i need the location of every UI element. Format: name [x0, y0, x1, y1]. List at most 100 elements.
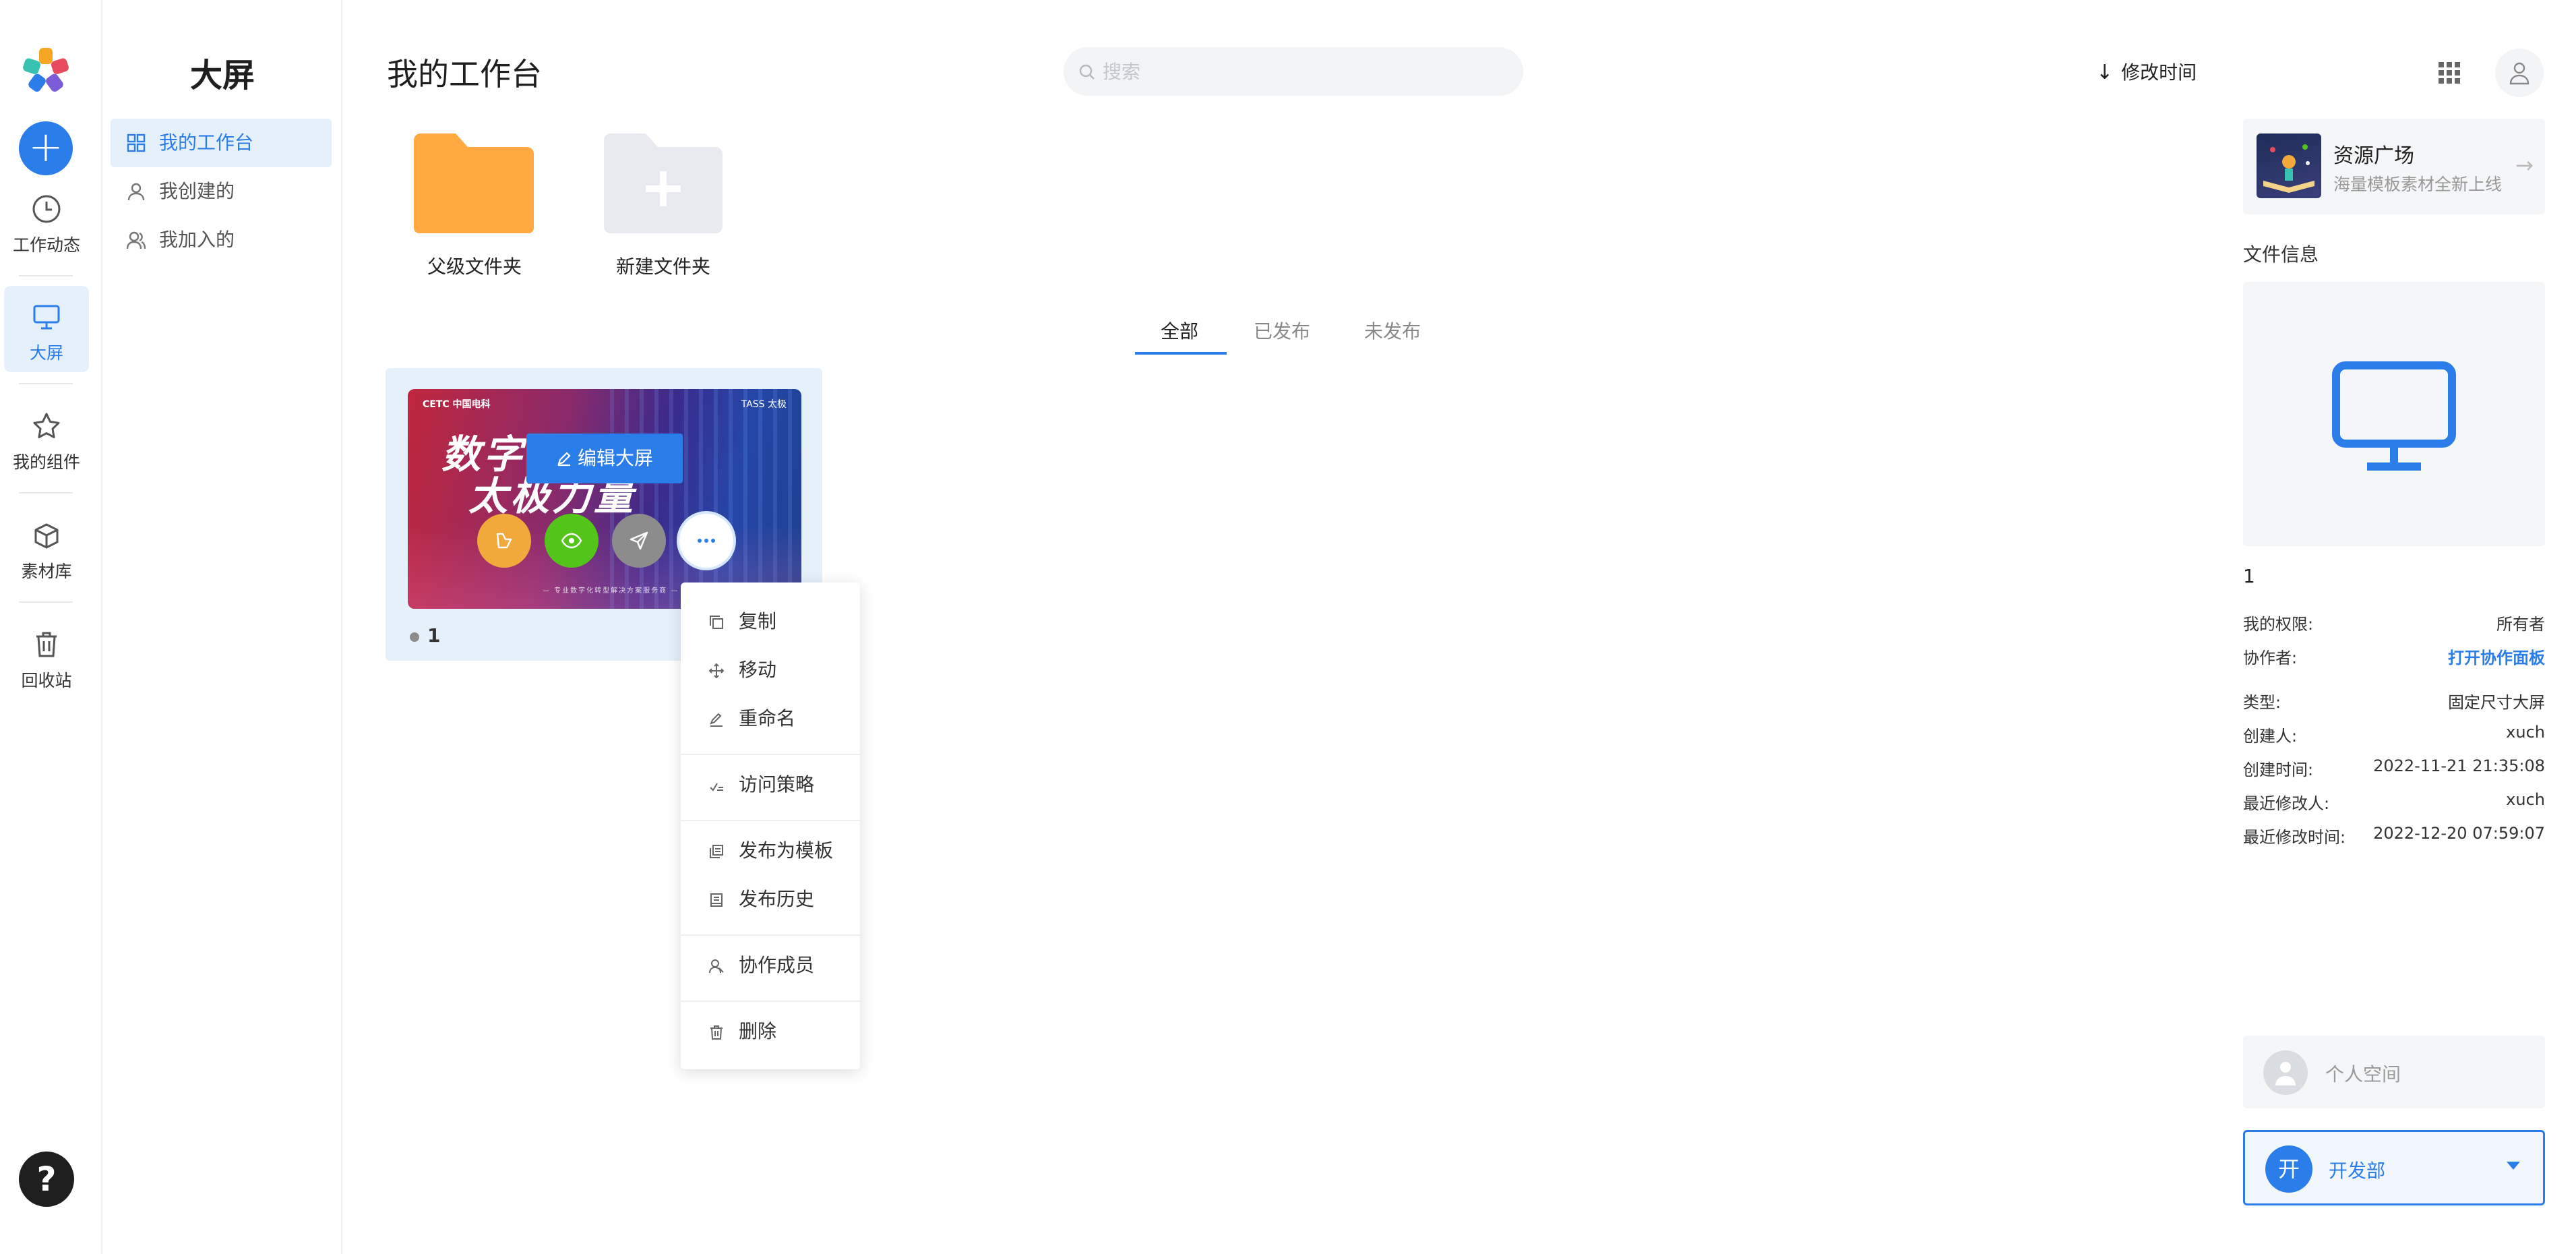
info-label: 协作者:	[2243, 649, 2298, 667]
folder-new[interactable]: 新建文件夹	[576, 133, 751, 289]
rail-item-label: 素材库	[21, 562, 72, 581]
menu-divider	[681, 1001, 860, 1002]
search-icon	[1079, 64, 1095, 80]
edit-dashboard-button[interactable]: 编辑大屏	[526, 434, 683, 483]
sort-button[interactable]: ↓ 修改时间	[2096, 58, 2197, 85]
folder-icon	[414, 133, 534, 233]
menu-item-label: 复制	[739, 610, 777, 632]
resource-title: 资源广场	[2333, 144, 2414, 168]
folder-label: 新建文件夹	[615, 256, 710, 278]
sidebar: 大屏 我的工作台 我创建的 我加入的	[102, 0, 342, 1254]
info-value: 2022-11-21 21:35:08	[2373, 756, 2545, 775]
menu-item-label: 发布历史	[739, 888, 815, 910]
thumb-brand-right: TASS 太极	[741, 399, 787, 410]
info-label: 类型:	[2243, 693, 2281, 712]
menu-item-label: 移动	[739, 659, 777, 681]
sidebar-item-joined[interactable]: 我加入的	[111, 216, 332, 264]
move-icon	[709, 663, 724, 678]
history-icon	[710, 893, 723, 907]
menu-item-move[interactable]: 移动	[681, 646, 860, 694]
pencil-icon	[557, 452, 571, 467]
avatar	[2263, 1050, 2308, 1095]
copy-icon	[710, 616, 723, 629]
apps-grid-icon[interactable]	[2436, 59, 2463, 86]
rail-item-materials[interactable]: 素材库	[4, 504, 89, 591]
menu-divider	[681, 754, 860, 755]
info-value: 固定尺寸大屏	[2448, 693, 2545, 712]
box-icon	[34, 523, 59, 549]
rail-item-trash[interactable]: 回收站	[4, 614, 89, 700]
help-button[interactable]: ?	[19, 1152, 74, 1207]
search-bar[interactable]	[1064, 47, 1523, 96]
personal-space-option[interactable]: 个人空间	[2243, 1036, 2545, 1108]
menu-item-label: 协作成员	[739, 954, 815, 976]
user-avatar[interactable]	[2495, 49, 2544, 97]
access-icon	[710, 783, 723, 792]
menu-item-members[interactable]: 协作成员	[681, 941, 860, 990]
sidebar-item-created[interactable]: 我创建的	[111, 167, 332, 216]
menu-item-publish-history[interactable]: 发布历史	[681, 875, 860, 924]
sidebar-item-my-workspace[interactable]: 我的工作台	[111, 119, 332, 167]
send-icon	[630, 531, 648, 550]
rail-item-activity[interactable]: 工作动态	[4, 178, 89, 264]
info-value: 所有者	[2496, 615, 2545, 634]
resource-square-card[interactable]: 资源广场 海量模板素材全新上线 →	[2243, 119, 2545, 214]
rail-item-label: 大屏	[29, 343, 63, 363]
folder-parent[interactable]: 父级文件夹	[387, 133, 562, 289]
tab-all[interactable]: 全部	[1161, 317, 1198, 344]
info-value: xuch	[2506, 790, 2545, 809]
user-icon	[2509, 62, 2529, 85]
menu-item-label: 发布为模板	[739, 839, 834, 862]
create-button[interactable]: +	[19, 121, 73, 175]
info-value: 2022-12-20 07:59:07	[2373, 824, 2545, 843]
rail-item-label: 我的组件	[12, 452, 80, 472]
template-icon	[710, 845, 723, 858]
menu-item-copy[interactable]: 复制	[681, 597, 860, 646]
trash-icon	[36, 632, 57, 657]
search-input[interactable]	[1103, 57, 1507, 86]
delete-icon	[710, 1025, 723, 1040]
menu-item-label: 访问策略	[739, 773, 815, 796]
user-icon	[2275, 1062, 2296, 1085]
open-collab-panel-link[interactable]: 打开协作面板	[2448, 645, 2545, 668]
preview-button[interactable]	[545, 514, 599, 568]
dashboard-thumbnail[interactable]: CETC 中国电科 TASS 太极 数字中国 太极力量 — 专业数字化转型解决方…	[408, 389, 801, 609]
context-menu: 复制 移动 重命名 访问策略 发布为模板 发布历史 协作成员 删除	[681, 583, 860, 1069]
person-icon	[127, 183, 145, 201]
people-icon	[127, 231, 146, 249]
tab-unpublished[interactable]: 未发布	[1364, 317, 1421, 344]
share-icon	[496, 533, 512, 549]
sidebar-item-label: 我的工作台	[159, 131, 254, 154]
menu-item-publish-template[interactable]: 发布为模板	[681, 827, 860, 875]
rail-item-label: 回收站	[21, 671, 72, 690]
menu-item-delete[interactable]: 删除	[681, 1007, 860, 1056]
arrow-right-icon: →	[2515, 152, 2534, 178]
rail-item-dashboard[interactable]: 大屏	[4, 286, 89, 372]
more-button[interactable]	[679, 514, 733, 568]
clock-icon	[32, 195, 61, 223]
info-label: 创建人:	[2243, 727, 2298, 746]
menu-item-access-policy[interactable]: 访问策略	[681, 760, 860, 809]
sidebar-title: 大屏	[189, 57, 255, 94]
info-label: 我的权限:	[2243, 615, 2314, 634]
rail-item-components[interactable]: 我的组件	[4, 395, 89, 481]
edit-label: 编辑大屏	[577, 447, 653, 469]
tab-published[interactable]: 已发布	[1254, 317, 1310, 344]
publish-button[interactable]	[612, 514, 666, 568]
file-preview	[2243, 282, 2545, 546]
folder-add-icon	[604, 133, 723, 233]
divider	[19, 383, 73, 384]
app-logo-icon[interactable]	[17, 42, 75, 100]
sidebar-item-label: 我加入的	[159, 229, 235, 251]
sidebar-item-label: 我创建的	[159, 180, 235, 202]
menu-item-label: 重命名	[739, 707, 796, 729]
share-button[interactable]	[477, 514, 531, 568]
menu-item-rename[interactable]: 重命名	[681, 694, 860, 743]
divider	[19, 492, 73, 494]
resource-subtitle: 海量模板素材全新上线	[2333, 175, 2503, 194]
thumb-subtitle: — 专业数字化转型解决方案服务商 —	[543, 587, 679, 595]
department-selector[interactable]: 开 开发部	[2243, 1130, 2545, 1205]
thumb-brand: CETC 中国电科	[423, 399, 491, 410]
department-avatar: 开	[2265, 1145, 2312, 1193]
rail-item-label: 工作动态	[12, 235, 80, 255]
